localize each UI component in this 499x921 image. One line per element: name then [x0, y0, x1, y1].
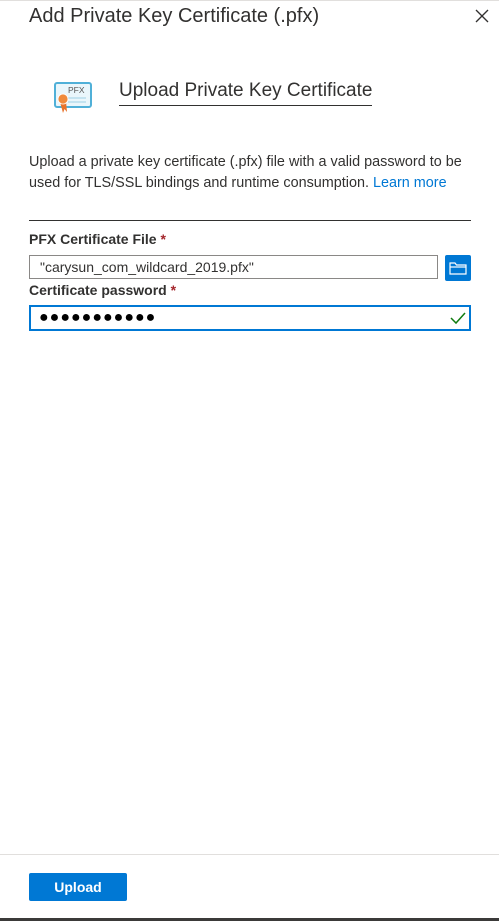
- pfx-file-label-text: PFX Certificate File: [29, 231, 157, 247]
- password-label: Certificate password *: [29, 282, 176, 298]
- folder-icon: [449, 262, 467, 275]
- section-divider: [29, 220, 471, 221]
- close-button[interactable]: [472, 6, 492, 26]
- required-marker: *: [170, 282, 177, 298]
- close-icon: [475, 9, 489, 23]
- password-label-text: Certificate password: [29, 282, 167, 298]
- required-marker: *: [160, 231, 166, 247]
- description: Upload a private key certificate (.pfx) …: [29, 152, 479, 193]
- upload-button[interactable]: Upload: [29, 873, 127, 901]
- footer-divider: [0, 854, 499, 855]
- pfx-certificate-icon: PFX: [54, 82, 94, 114]
- checkmark-icon: [450, 312, 466, 325]
- pfx-file-input[interactable]: [29, 255, 438, 279]
- top-border: [0, 0, 499, 1]
- learn-more-link[interactable]: Learn more: [373, 175, 447, 191]
- browse-file-button[interactable]: [445, 255, 471, 281]
- add-certificate-blade: Add Private Key Certificate (.pfx) PFX U…: [0, 0, 499, 921]
- password-input[interactable]: [29, 305, 471, 331]
- pfx-icon-label: PFX: [68, 85, 85, 95]
- section-heading: Upload Private Key Certificate: [119, 80, 373, 106]
- blade-title: Add Private Key Certificate (.pfx): [29, 5, 320, 27]
- pfx-file-label: PFX Certificate File *: [29, 231, 166, 247]
